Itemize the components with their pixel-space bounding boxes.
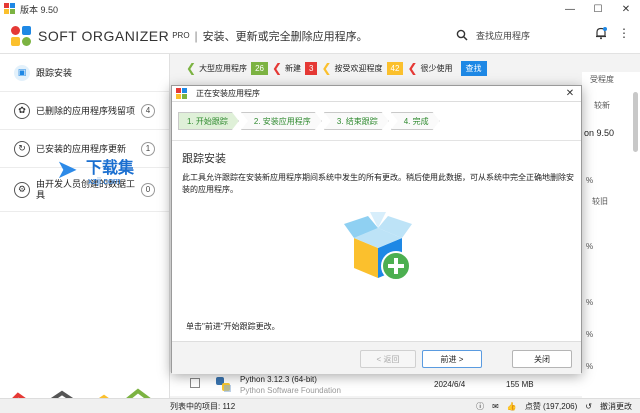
watermark-subtitle: xzji.com [88,176,121,186]
chevron-left-icon: ❮ [407,61,418,75]
divider [172,140,581,141]
percent-text: % [586,176,594,185]
search-input[interactable]: 查找应用程序 [456,24,584,46]
app-size: 155 MB [506,380,534,389]
close-button[interactable]: 关闭 [512,350,572,368]
sidebar-item-label: 跟踪安装 [36,68,73,78]
app-header: SOFT ORGANIZER PRO | 安装、更新或完全删除应用程序。 查找应… [0,18,640,54]
notification-bell-icon[interactable] [594,26,608,40]
box-icon: ▣ [14,64,30,81]
chevron-left-icon: ❮ [321,61,332,75]
dialog-title-bar: 正在安装应用程序 [172,86,581,102]
sidebar: ▣ 跟踪安装 ✿ 已删除的应用程序残留项 4 ↻ 已安装的应用程序更新 1 ⚙ … [0,54,170,413]
back-button[interactable]: < 返回 [360,350,416,368]
percent-text: % [586,362,594,371]
mail-icon[interactable]: ✉ [492,402,499,411]
tools-icon: ⚙ [14,181,30,198]
filter-count: 3 [305,61,318,75]
step-start-tracking: 1. 开始跟踪 [178,112,239,130]
filter-bar: ❮ 大型应用程序 26 ❮ 新建 3 ❮ 按受欢迎程度 42 ❮ 很少使用 查找 [186,59,487,77]
watermark-arrow-icon: ➤ [56,154,78,184]
watermark: ➤ 下载集 xzji.com [50,154,150,194]
step-finish: 4. 完成 [391,112,440,130]
info-icon[interactable]: ⓘ [476,401,484,412]
app-publisher: Python Software Foundation [240,386,341,395]
column-header[interactable]: 较新 [594,100,610,111]
percent-text: % [586,330,594,339]
wizard-steps: 1. 开始跟踪 2. 安装应用程序 3. 结束跟踪 4. 完成 [178,112,440,130]
filter-count: 42 [386,61,404,75]
dialog-app-icon [176,87,188,100]
dialog-description: 此工具允许跟踪在安装新应用程序期间系统中发生的所有更改。稍后使用此数据，可从系统… [182,173,574,194]
header-tagline: 安装、更新或完全删除应用程序。 [202,30,368,43]
window-title: 版本 9.50 [20,4,59,15]
table-row[interactable]: Python 3.12.3 (64-bit) Python Software F… [170,372,640,396]
search-icon [456,29,468,41]
python-icon [216,377,231,392]
next-button[interactable]: 前进 > [422,350,482,368]
update-icon: ↻ [14,140,30,157]
thumbs-up-icon[interactable]: 👍 [507,402,517,411]
step-end-tracking: 3. 结束跟踪 [324,112,389,130]
sidebar-item-track-install[interactable]: ▣ 跟踪安装 [0,54,169,92]
percent-text: % [586,242,594,251]
brand-separator: | [194,28,198,43]
filter-count: 26 [251,61,268,75]
status-bar: 列表中的项目: 112 ⓘ ✉ 👍 点赞 (197,206) ↺ 撤消更改 [0,398,640,413]
undo-icon[interactable]: ↺ [585,402,592,411]
paw-icon: ✿ [14,102,30,119]
item-count: 列表中的项目: 112 [170,401,236,411]
dialog-heading: 跟踪安装 [182,153,226,165]
dialog-footer: < 返回 前进 > 关闭 [172,341,581,374]
filter-label[interactable]: 新建 [285,63,301,74]
filter-label[interactable]: 很少使用 [421,63,453,74]
more-menu-icon[interactable]: ⋮ [618,26,630,40]
dialog-note: 单击"前进"开始跟踪更改。 [186,322,280,331]
filter-label[interactable]: 大型应用程序 [199,63,247,74]
likes-count[interactable]: 点赞 (197,206) [525,401,577,412]
dialog-close-icon[interactable]: ✕ [563,87,577,101]
column-header[interactable]: 较旧 [592,196,608,207]
maximize-button[interactable]: ☐ [584,0,612,18]
install-date: 2024/6/4 [434,380,466,389]
minimize-button[interactable]: — [556,0,584,18]
app-icon [4,3,16,15]
step-install-app: 2. 安装应用程序 [241,112,322,130]
filter-label[interactable]: 按受欢迎程度 [335,63,383,74]
brand-name: SOFT ORGANIZER [38,27,170,44]
search-placeholder: 查找应用程序 [476,30,531,41]
app-name: Python 3.12.3 (64-bit) [240,375,317,384]
dialog-title: 正在安装应用程序 [196,89,260,98]
app-list-columns: 受程度 较新 on 9.50 % 较旧 % % % % [582,72,640,400]
percent-text: % [586,298,594,307]
undo-changes[interactable]: 撤消更改 [600,401,632,412]
brand-suffix: PRO [172,31,190,40]
sidebar-item-leftovers[interactable]: ✿ 已删除的应用程序残留项 4 [0,92,169,130]
count-badge: 4 [141,103,155,118]
brand-logo [10,25,32,47]
scrollbar[interactable] [633,92,638,152]
close-window-button[interactable]: ✕ [612,0,640,18]
watermark-title: 下载集 [86,160,135,177]
title-bar: 版本 9.50 — ☐ ✕ [0,0,640,18]
open-box-add-icon [344,212,412,281]
find-button[interactable]: 查找 [460,60,487,76]
row-checkbox[interactable] [190,378,200,388]
version-text: on 9.50 [584,128,615,138]
chevron-left-icon: ❮ [186,61,197,75]
install-dialog: 正在安装应用程序 ✕ 1. 开始跟踪 2. 安装应用程序 3. 结束跟踪 4. … [171,85,582,374]
column-header[interactable]: 受程度 [590,74,614,85]
sidebar-item-label: 已删除的应用程序残留项 [36,106,136,116]
chevron-left-icon: ❮ [271,61,283,75]
